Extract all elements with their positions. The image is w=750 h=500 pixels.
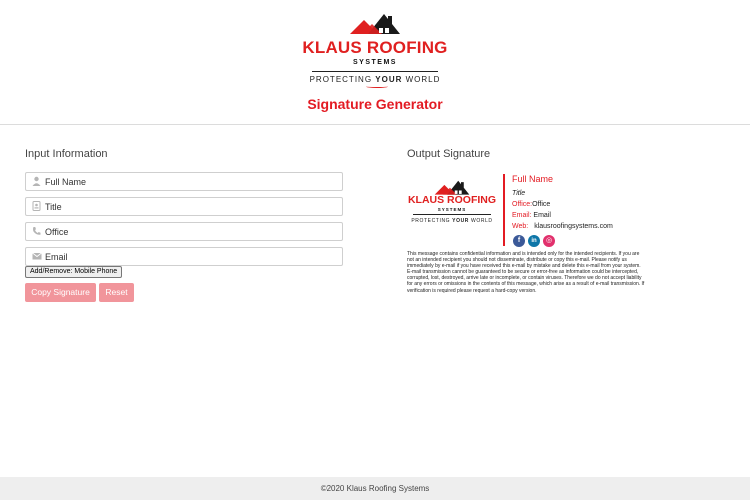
reset-button[interactable]: Reset (99, 283, 134, 302)
logo-systems: SYSTEMS (353, 59, 397, 66)
signature-logo: KLAUS ROOFING SYSTEMS PROTECTING YOUR WO… (407, 178, 497, 230)
phone-icon (32, 226, 42, 237)
page-footer: ©2020 Klaus Roofing Systems (0, 477, 750, 500)
toggle-mobile-phone-button[interactable]: Add/Remove: Mobile Phone (25, 266, 123, 278)
signature-office-row: Office:Office (512, 201, 550, 208)
logo-wordmark: KLAUS ROOFING (302, 38, 448, 57)
user-icon (32, 176, 42, 187)
copy-signature-button[interactable]: Copy Signature (25, 283, 96, 302)
office-value: Office (45, 227, 69, 237)
office-field[interactable]: Office (25, 222, 343, 241)
office-label: Office: (512, 201, 533, 208)
email-value: Email (45, 252, 68, 262)
email-field[interactable]: Email (25, 247, 343, 266)
roof-icon (350, 14, 400, 34)
facebook-icon[interactable]: f (513, 235, 525, 247)
signature-logo-tagline: PROTECTING YOUR WORLD (411, 218, 493, 224)
email-label: Email: (512, 212, 532, 219)
full-name-value: Full Name (45, 177, 87, 187)
id-badge-icon (32, 201, 42, 212)
title-field[interactable]: Title (25, 197, 343, 216)
signature-divider (503, 174, 505, 246)
page-header: KLAUS ROOFING SYSTEMS PROTECTING YOUR WO… (0, 0, 750, 125)
signature-title: Title (512, 190, 526, 197)
logo-tagline: PROTECTING YOUR WORLD (309, 75, 441, 84)
output-section-heading: Output Signature (407, 148, 491, 160)
logo-divider (312, 71, 438, 72)
signature-logo-systems: SYSTEMS (437, 207, 467, 212)
title-value: Title (45, 202, 62, 212)
web-link[interactable]: klausroofingsystems.com (534, 223, 613, 230)
logo-swoosh (366, 85, 388, 88)
signature-email-row: Email: Email (512, 212, 551, 219)
email-text: Email (533, 212, 551, 219)
signature-logo-divider (413, 214, 491, 215)
envelope-icon (32, 251, 42, 262)
page-title: Signature Generator (307, 96, 443, 112)
confidentiality-disclaimer: This message contains confidential infor… (407, 251, 645, 294)
signature-web-row: Web: klausroofingsystems.com (512, 223, 613, 230)
web-label: Web: (512, 223, 529, 230)
full-name-field[interactable]: Full Name (25, 172, 343, 191)
instagram-icon[interactable]: ◎ (543, 235, 555, 247)
input-section-heading: Input Information (25, 148, 108, 160)
signature-name: Full Name (512, 174, 554, 184)
office-text: Office (532, 201, 551, 208)
signature-logo-wordmark: KLAUS ROOFING (407, 194, 497, 206)
company-logo: KLAUS ROOFING SYSTEMS PROTECTING YOUR WO… (300, 8, 450, 88)
linkedin-icon[interactable]: in (528, 235, 540, 247)
